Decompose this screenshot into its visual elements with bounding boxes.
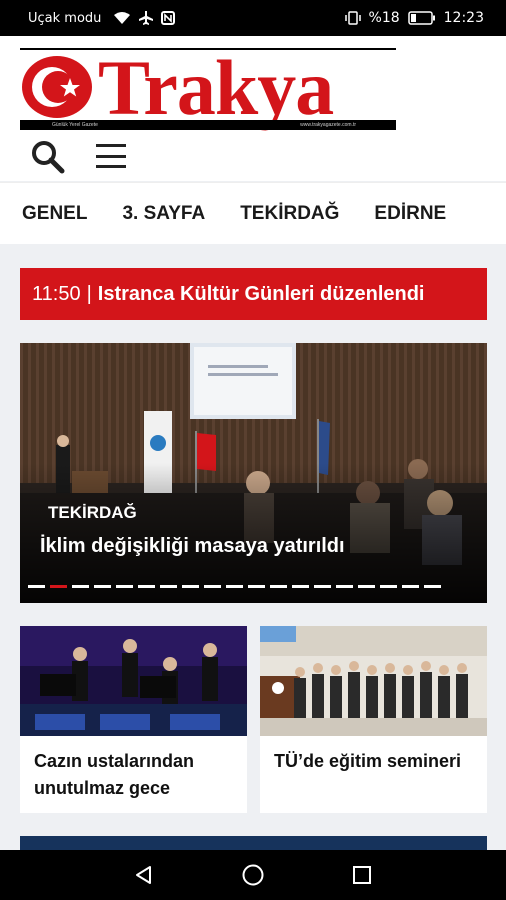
menu-button[interactable] <box>96 144 126 168</box>
system-nav-bar <box>0 850 506 900</box>
slider-dot[interactable] <box>314 585 331 588</box>
battery-icon <box>407 11 435 25</box>
menu-icon <box>96 144 126 147</box>
slider-dot[interactable] <box>72 585 89 588</box>
slider-dot[interactable] <box>358 585 375 588</box>
slider-dot[interactable] <box>50 585 67 588</box>
ticker-separator: | <box>86 282 92 305</box>
news-card[interactable]: Cazın ustalarından unutulmaz gece <box>20 626 247 813</box>
logo-wordmark: Trakya <box>98 44 334 131</box>
slider-dot[interactable] <box>204 585 221 588</box>
slider-dot[interactable] <box>182 585 199 588</box>
nav-item-genel[interactable]: GENEL <box>22 203 87 225</box>
card-image <box>20 626 247 736</box>
carrier-label: Uçak modu <box>28 10 102 26</box>
breaking-news-ticker[interactable]: 11:50 | Istranca Kültür Günleri düzenlen… <box>20 268 487 320</box>
ticker-time: 11:50 <box>32 282 81 305</box>
wifi-icon <box>114 12 131 24</box>
slider-dot[interactable] <box>248 585 265 588</box>
slider-dot[interactable] <box>424 585 441 588</box>
back-icon[interactable] <box>133 864 155 886</box>
next-card-peek[interactable] <box>20 836 487 850</box>
nav-item-tekirdag[interactable]: TEKİRDAĞ <box>240 203 339 225</box>
search-button[interactable] <box>30 140 66 174</box>
card-title: Cazın ustalarından unutulmaz gece <box>34 751 195 798</box>
nav-item-edirne[interactable]: EDİRNE <box>374 203 446 225</box>
hero-headline: İklim değişikliği masaya yatırıldı <box>40 535 345 557</box>
clock: 12:23 <box>443 10 484 26</box>
slider-dot[interactable] <box>226 585 243 588</box>
slider-dot[interactable] <box>28 585 45 588</box>
slider-dot[interactable] <box>380 585 397 588</box>
news-card[interactable]: TÜ’de eğitim semineri <box>260 626 487 813</box>
hero-overlay <box>20 463 487 603</box>
logo-tagline: Günlük Yerel Gazete <box>52 122 98 128</box>
slider-pagination <box>28 585 441 588</box>
recents-icon[interactable] <box>351 864 373 886</box>
slider-dot[interactable] <box>402 585 419 588</box>
ticker-title: Istranca Kültür Günleri düzenlendi <box>97 282 425 305</box>
logo-emblem <box>22 56 92 118</box>
card-title: TÜ’de eğitim semineri <box>274 751 462 771</box>
slider-dot[interactable] <box>292 585 309 588</box>
logo-subline: Günlük Yerel Gazete www.trakyagazete.com… <box>20 120 396 130</box>
status-bar: Uçak modu %18 12:23 <box>0 0 506 36</box>
category-nav: GENEL 3. SAYFA TEKİRDAĞ EDİRNE <box>0 182 506 244</box>
slider-dot[interactable] <box>94 585 111 588</box>
card-image <box>260 626 487 736</box>
site-logo[interactable]: Trakya Günlük Yerel Gazete www.trakyagaz… <box>20 48 396 132</box>
slider-dot[interactable] <box>138 585 155 588</box>
battery-percent: %18 <box>368 10 400 26</box>
hero-category: TEKİRDAĞ <box>48 503 137 522</box>
home-icon[interactable] <box>241 863 265 887</box>
slider-dot[interactable] <box>160 585 177 588</box>
slider-dot[interactable] <box>336 585 353 588</box>
slider-dot[interactable] <box>270 585 287 588</box>
app-header: Trakya Günlük Yerel Gazete www.trakyagaz… <box>0 36 506 181</box>
vibrate-icon <box>344 11 361 25</box>
search-icon <box>32 141 65 174</box>
nfc-icon <box>161 11 176 25</box>
airplane-icon <box>139 11 154 25</box>
headline-slider[interactable]: TEKİRDAĞ İklim değişikliği masaya yatırı… <box>20 343 487 603</box>
slider-dot[interactable] <box>116 585 133 588</box>
logo-website: www.trakyagazete.com.tr <box>300 122 356 128</box>
nav-item-3-sayfa[interactable]: 3. SAYFA <box>122 203 205 225</box>
